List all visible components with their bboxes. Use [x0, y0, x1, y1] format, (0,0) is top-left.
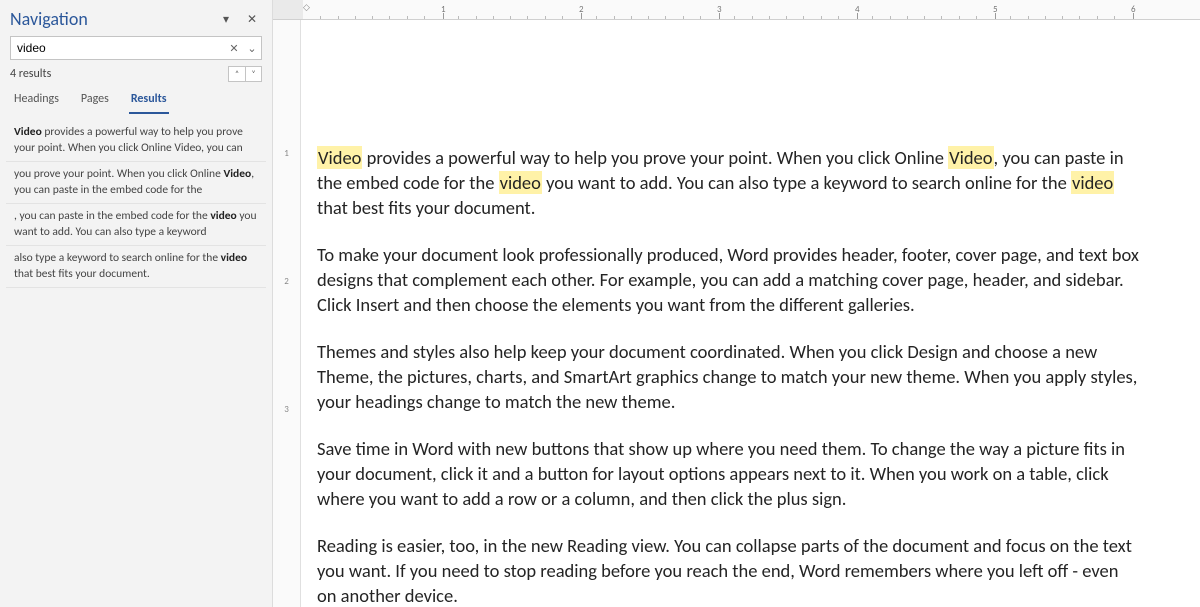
- chevron-down-icon: ˅: [251, 69, 255, 79]
- search-result-item[interactable]: , you can paste in the embed code for th…: [6, 204, 266, 246]
- search-box: ✕ ⌄: [10, 36, 262, 60]
- ruler-tick: 6: [1131, 0, 1136, 19]
- document-area: L ◇ 123456 123 Video provides a powerful…: [273, 0, 1200, 607]
- document-paragraph[interactable]: Video provides a powerful way to help yo…: [317, 146, 1141, 221]
- result-nav-spinner: ˄ ˅: [228, 66, 262, 82]
- page-scroll-area[interactable]: Video provides a powerful way to help yo…: [301, 20, 1200, 607]
- nav-close-button[interactable]: ✕: [242, 9, 262, 29]
- nav-tabs: Headings Pages Results: [0, 86, 272, 114]
- search-highlight: video: [499, 171, 542, 194]
- ruler-tick: 4: [855, 0, 860, 19]
- nav-header: Navigation ▾ ✕: [0, 0, 272, 36]
- ruler-tick: 1: [441, 0, 446, 19]
- nav-title: Navigation: [10, 8, 210, 30]
- vruler-tick: 2: [273, 276, 300, 287]
- vruler-tick: 3: [273, 404, 300, 415]
- nav-menu-button[interactable]: ▾: [216, 9, 236, 29]
- chevron-up-icon: ˄: [235, 69, 239, 79]
- ruler-left-margin: [273, 0, 303, 19]
- search-result-item[interactable]: you prove your point. When you click Onl…: [6, 162, 266, 204]
- ruler-tick: 3: [717, 0, 722, 19]
- vertical-ruler[interactable]: 1 2 3: [273, 20, 301, 607]
- caret-down-icon: ▾: [223, 12, 229, 27]
- document-paragraph[interactable]: To make your document look professionall…: [317, 243, 1141, 318]
- horizontal-ruler[interactable]: L ◇ 123456: [273, 0, 1200, 20]
- search-row: ✕ ⌄: [0, 36, 272, 60]
- ruler-tick: 2: [579, 0, 584, 19]
- search-input[interactable]: [11, 39, 225, 57]
- results-list: Video provides a powerful way to help yo…: [0, 114, 272, 294]
- ruler-tick: 5: [993, 0, 998, 19]
- navigation-pane: Navigation ▾ ✕ ✕ ⌄ 4 results: [0, 0, 273, 607]
- search-result-item[interactable]: Video provides a powerful way to help yo…: [6, 120, 266, 162]
- close-icon: ✕: [247, 12, 257, 27]
- ruler-track: ◇ 1 2 3 4 5 6: [303, 0, 1200, 19]
- search-clear-button[interactable]: ✕: [225, 37, 243, 59]
- app-root: Navigation ▾ ✕ ✕ ⌄ 4 results: [0, 0, 1200, 607]
- tab-headings[interactable]: Headings: [12, 88, 61, 114]
- document-paragraph[interactable]: Themes and styles also help keep your do…: [317, 340, 1141, 415]
- document-paragraph[interactable]: Save time in Word with new buttons that …: [317, 437, 1141, 512]
- page-content[interactable]: Video provides a powerful way to help yo…: [301, 20, 1181, 607]
- search-result-item[interactable]: also type a keyword to search online for…: [6, 246, 266, 288]
- chevron-down-icon: ⌄: [247, 42, 256, 55]
- tab-results[interactable]: Results: [129, 88, 169, 114]
- search-options-button[interactable]: ⌄: [243, 37, 261, 59]
- result-count-row: 4 results ˄ ˅: [0, 60, 272, 86]
- next-result-button[interactable]: ˅: [245, 67, 261, 81]
- result-count: 4 results: [10, 67, 228, 81]
- prev-result-button[interactable]: ˄: [229, 67, 245, 81]
- document-paragraph[interactable]: Reading is easier, too, in the new Readi…: [317, 534, 1141, 607]
- vruler-tick: 1: [273, 148, 300, 159]
- search-highlight: video: [1071, 171, 1114, 194]
- ruler-indent-marker[interactable]: ◇: [303, 2, 310, 13]
- tab-pages[interactable]: Pages: [79, 88, 111, 114]
- search-highlight: Video: [317, 146, 362, 169]
- search-highlight: Video: [948, 146, 993, 169]
- close-icon: ✕: [229, 42, 238, 55]
